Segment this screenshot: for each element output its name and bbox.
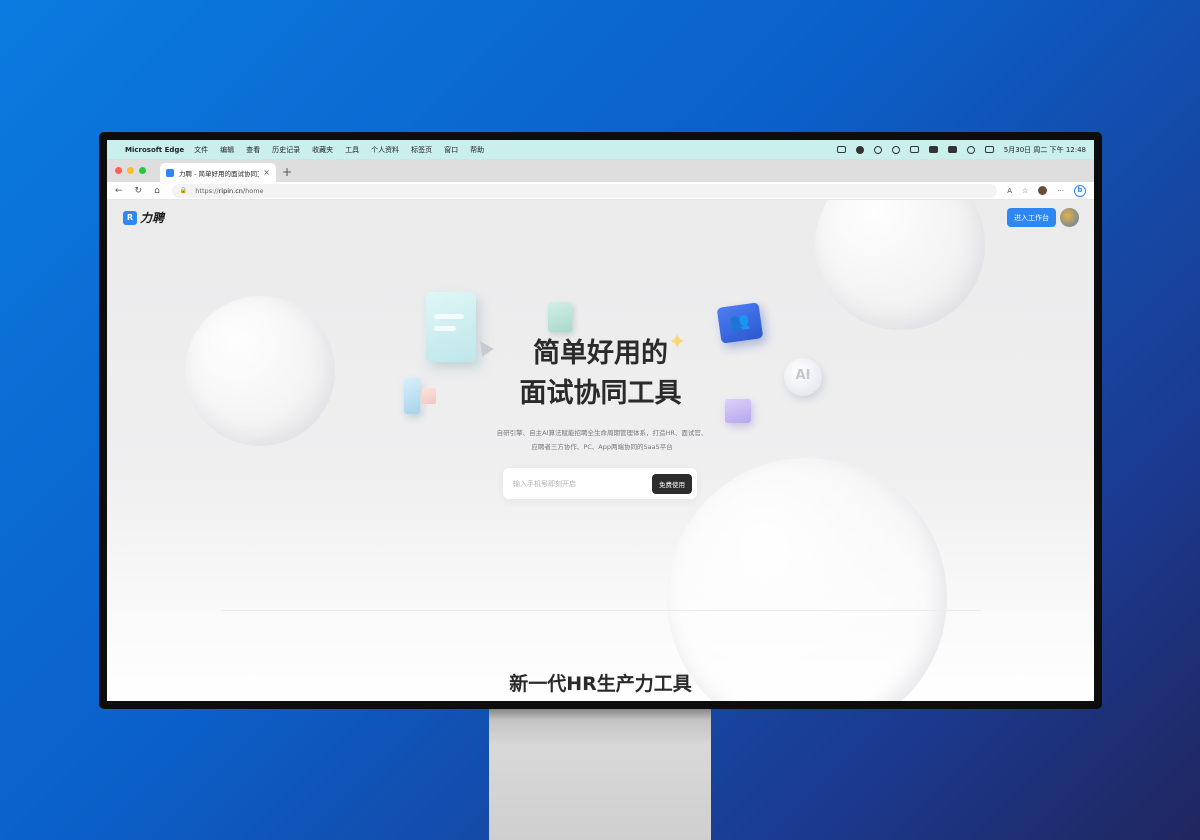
menu-favorites[interactable]: 收藏夹 xyxy=(312,145,333,155)
window-status-icon[interactable] xyxy=(909,146,919,153)
menubar-app-name[interactable]: Microsoft Edge xyxy=(125,146,184,154)
tab-active[interactable]: 力聘 - 简单好用的面试协同工具 × xyxy=(160,163,276,182)
menubar-status-area: 5月30日 周二 下午 12:48 xyxy=(836,145,1086,155)
profile-avatar[interactable] xyxy=(1038,186,1048,195)
resume-illustration xyxy=(548,302,572,332)
bing-copilot-icon[interactable]: b xyxy=(1074,184,1086,197)
menu-tools[interactable]: 工具 xyxy=(345,145,359,155)
menubar-datetime[interactable]: 5月30日 周二 下午 12:48 xyxy=(1004,145,1086,155)
screen: Microsoft Edge 文件 编辑 查看 历史记录 收藏夹 工具 个人资料… xyxy=(107,140,1094,701)
logo-mark: R xyxy=(123,210,137,225)
monitor: Microsoft Edge 文件 编辑 查看 历史记录 收藏夹 工具 个人资料… xyxy=(99,132,1102,709)
menu-history[interactable]: 历史记录 xyxy=(272,145,300,155)
menu-profile[interactable]: 个人资料 xyxy=(371,145,399,155)
url-host: ripin.cn xyxy=(218,186,243,195)
control-center-icon[interactable] xyxy=(984,146,994,153)
logo-text: 力聘 xyxy=(140,211,165,225)
screen-status-icon[interactable] xyxy=(928,146,938,153)
mac-menubar: Microsoft Edge 文件 编辑 查看 历史记录 收藏夹 工具 个人资料… xyxy=(107,140,1094,159)
free-trial-button[interactable]: 免费使用 xyxy=(652,473,692,494)
hero-description: 自研引擎、自主AI算法赋能招聘全生命周期管理体系，打造HR、面试官、应聘者三方协… xyxy=(496,429,708,451)
hero-title-line2: 面试协同工具 xyxy=(519,378,682,409)
new-tab-icon[interactable]: + xyxy=(282,163,292,182)
enter-workspace-button[interactable]: 进入工作台 xyxy=(1007,208,1056,227)
decorative-bubble xyxy=(815,200,985,330)
favorites-star-icon[interactable]: ☆ xyxy=(1022,187,1028,195)
tab-title: 力聘 - 简单好用的面试协同工具 xyxy=(179,169,259,178)
user-avatar[interactable] xyxy=(1060,208,1079,227)
addressbar-tools: A ☆ ··· b xyxy=(1007,184,1086,197)
menu-window[interactable]: 窗口 xyxy=(444,145,458,155)
refresh-icon[interactable]: ↻ xyxy=(135,186,143,196)
wechat-status-icon[interactable] xyxy=(855,145,864,154)
window-controls xyxy=(115,159,146,182)
minimize-window-icon[interactable] xyxy=(127,167,134,174)
menu-edit[interactable]: 编辑 xyxy=(220,145,234,155)
hero-title-line1: 简单好用的 xyxy=(533,338,668,369)
clock-status-icon[interactable] xyxy=(873,145,882,154)
browser-tabbar: 力聘 - 简单好用的面试协同工具 × + xyxy=(107,159,1094,182)
web-page: R 力聘 进入工作台 ✦ 👥 AI 简单好用的 面试协同工具 自研引擎、自主AI… xyxy=(107,200,1094,701)
read-aloud-icon[interactable]: A xyxy=(1007,187,1012,195)
signup-form: 免费使用 xyxy=(503,468,697,499)
menu-tabs[interactable]: 标签页 xyxy=(411,145,432,155)
url-prefix: https:// xyxy=(195,186,219,195)
url-field[interactable]: 🔒 https://ripin.cn/home xyxy=(171,183,998,198)
decorative-bubble xyxy=(667,458,947,701)
battery-icon[interactable] xyxy=(947,146,957,153)
phone-input[interactable] xyxy=(513,479,652,488)
tab-close-icon[interactable]: × xyxy=(263,168,270,177)
browser-addressbar: ← ↻ ⌂ 🔒 https://ripin.cn/home A ☆ ··· b xyxy=(107,182,1094,200)
hero-title: 简单好用的 面试协同工具 xyxy=(107,334,1094,414)
tab-favicon-icon xyxy=(166,168,174,177)
close-window-icon[interactable] xyxy=(115,167,122,174)
site-logo[interactable]: R 力聘 xyxy=(123,209,164,226)
section-divider xyxy=(221,610,981,611)
url-path: /home xyxy=(242,186,264,195)
calendar-status-icon[interactable] xyxy=(836,146,846,153)
menu-help[interactable]: 帮助 xyxy=(470,145,484,155)
monitor-stand xyxy=(489,706,711,840)
lock-icon[interactable]: 🔒 xyxy=(180,187,187,194)
menu-view[interactable]: 查看 xyxy=(246,145,260,155)
maximize-window-icon[interactable] xyxy=(139,167,146,174)
more-options-icon[interactable]: ··· xyxy=(1057,187,1064,195)
home-icon[interactable]: ⌂ xyxy=(154,186,160,196)
menu-file[interactable]: 文件 xyxy=(194,145,208,155)
play-status-icon[interactable] xyxy=(891,145,900,154)
section-title: 新一代HR生产力工具 xyxy=(509,673,692,695)
back-icon[interactable]: ← xyxy=(115,186,123,196)
wifi-icon[interactable] xyxy=(966,145,975,154)
